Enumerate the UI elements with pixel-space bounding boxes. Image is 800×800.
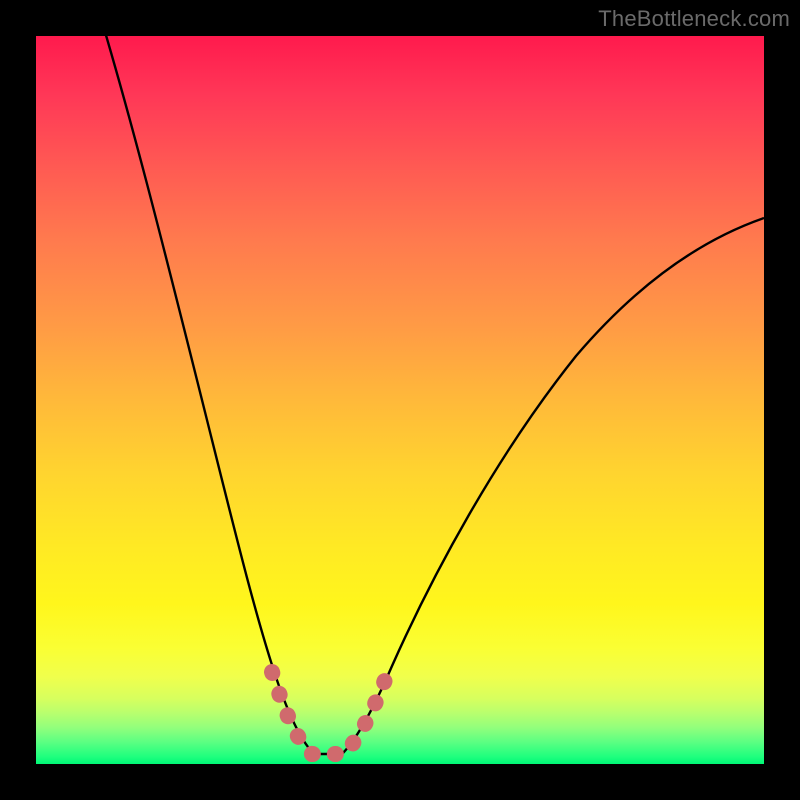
- bottleneck-curve: [88, 0, 764, 754]
- plot-area: [36, 36, 764, 764]
- chart-frame: TheBottleneck.com: [0, 0, 800, 800]
- watermark-text: TheBottleneck.com: [598, 6, 790, 32]
- curve-layer: [36, 36, 764, 764]
